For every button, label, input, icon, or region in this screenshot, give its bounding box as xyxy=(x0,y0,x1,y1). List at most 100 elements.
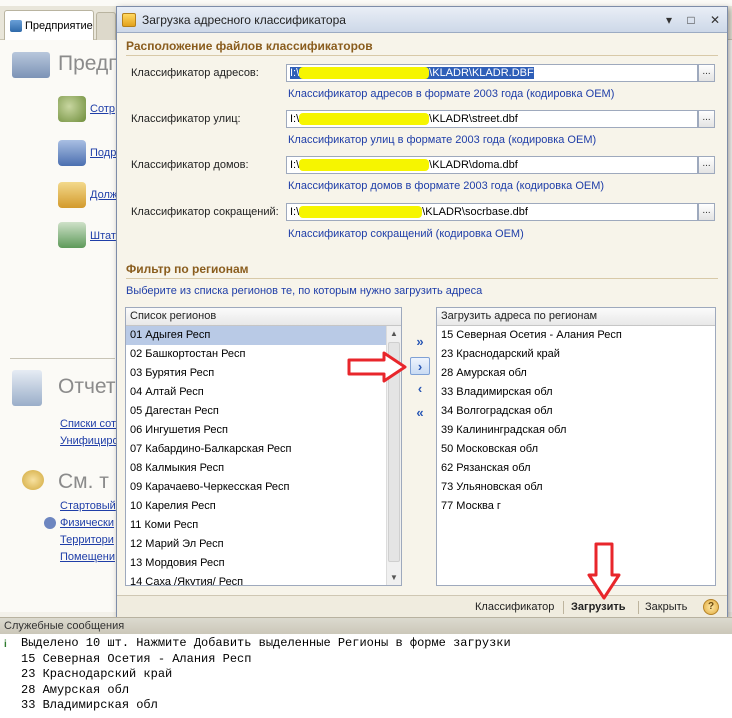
dialog-titlebar[interactable]: Загрузка адресного классификатора ▾ □ ✕ xyxy=(117,7,727,33)
address-browse-button[interactable]: ... xyxy=(698,64,715,82)
address-classifier-input[interactable]: I:\ \KLADR\KLADR.DBF xyxy=(286,64,698,82)
region-list-item[interactable]: 14 Саха /Якутия/ Респ xyxy=(126,573,386,585)
load-regions-list[interactable]: Загрузить адреса по регионам 15 Северная… xyxy=(436,307,716,586)
staffing-icon xyxy=(58,222,86,248)
building-icon xyxy=(12,52,50,78)
message-line: 23 Краснодарский край xyxy=(21,667,173,681)
footer-separator xyxy=(638,601,639,614)
house-classifier-label: Классификатор домов: xyxy=(131,159,249,171)
address-classifier-label: Классификатор адресов: xyxy=(131,67,259,79)
house-classifier-hint: Классификатор домов в формате 2003 года … xyxy=(288,180,605,192)
files-group-divider xyxy=(126,55,718,56)
load-region-list-item[interactable]: 62 Рязанская обл xyxy=(437,459,715,478)
tab-secondary[interactable] xyxy=(96,12,116,40)
link-premises[interactable]: Помещени xyxy=(60,551,115,563)
region-list-item[interactable]: 13 Мордовия Респ xyxy=(126,554,386,573)
load-button[interactable]: Загрузить xyxy=(571,601,626,613)
link-positions[interactable]: Долж xyxy=(90,189,117,201)
employees-icon xyxy=(58,96,86,122)
abbreviation-classifier-input[interactable]: I:\ \KLADR\socrbase.dbf xyxy=(286,203,698,221)
dialog-title: Загрузка адресного классификатора xyxy=(142,12,346,27)
region-list-item[interactable]: 09 Карачаево-Черкесская Респ xyxy=(126,478,386,497)
service-messages-title: Служебные сообщения xyxy=(0,618,732,634)
address-classifier-hint: Классификатор адресов в формате 2003 год… xyxy=(288,88,615,100)
street-browse-button[interactable]: ... xyxy=(698,110,715,128)
remove-all-button[interactable]: « xyxy=(410,404,430,422)
link-unified-forms[interactable]: Унифициро xyxy=(60,435,119,447)
positions-icon xyxy=(58,182,86,208)
link-departments[interactable]: Подр xyxy=(90,147,116,159)
link-territories[interactable]: Территори xyxy=(60,534,114,546)
service-messages-panel: Служебные сообщения i Выделено 10 шт. На… xyxy=(0,617,732,718)
load-region-list-item[interactable]: 77 Москва г xyxy=(437,497,715,516)
tab-enterprise[interactable]: Предприятие xyxy=(4,10,94,40)
street-classifier-hint: Классификатор улиц в формате 2003 года (… xyxy=(288,134,597,146)
person-icon xyxy=(44,517,56,529)
region-list-item[interactable]: 12 Марий Эл Респ xyxy=(126,535,386,554)
load-region-list-item[interactable]: 23 Краснодарский край xyxy=(437,345,715,364)
region-list-item[interactable]: 04 Алтай Респ xyxy=(126,383,386,402)
reports-icon xyxy=(12,370,42,406)
departments-icon xyxy=(58,140,86,166)
red-arrow-down-icon xyxy=(587,542,621,600)
street-classifier-label: Классификатор улиц: xyxy=(131,113,241,125)
load-region-list-item[interactable]: 50 Московская обл xyxy=(437,440,715,459)
dialog-footer: Классификатор Загрузить Закрыть ? xyxy=(117,595,727,618)
abbreviation-classifier-hint: Классификатор сокращений (кодировка OEM) xyxy=(288,228,524,240)
info-icon: i xyxy=(4,639,7,650)
section-title-reports: Отчет xyxy=(58,375,116,398)
load-region-list-item[interactable]: 15 Северная Осетия - Алания Респ xyxy=(437,326,715,345)
load-region-list-item[interactable]: 34 Волгоградская обл xyxy=(437,402,715,421)
section-title-see-also: См. т xyxy=(58,470,109,493)
remove-selected-button[interactable]: ‹ xyxy=(410,380,430,398)
regions-list[interactable]: Список регионов 01 Адыгея Респ 02 Башкорт… xyxy=(125,307,402,586)
load-region-list-item[interactable]: 28 Амурская обл xyxy=(437,364,715,383)
filter-group-divider xyxy=(126,278,718,279)
region-list-item[interactable]: 01 Адыгея Респ xyxy=(126,326,386,345)
section-divider xyxy=(10,358,115,359)
scroll-up-icon[interactable]: ▲ xyxy=(388,327,400,340)
classifier-button[interactable]: Классификатор xyxy=(475,601,554,613)
close-button[interactable]: Закрыть xyxy=(645,601,687,613)
files-group-title: Расположение файлов классификаторов xyxy=(126,39,373,53)
message-line: Выделено 10 шт. Нажмите Добавить выделен… xyxy=(21,636,511,650)
load-regions-list-header: Загрузить адреса по регионам xyxy=(437,308,715,326)
link-individuals[interactable]: Физически xyxy=(60,517,114,529)
tab-enterprise-label: Предприятие xyxy=(25,19,93,32)
link-employee-lists[interactable]: Списки сот xyxy=(60,418,116,430)
region-list-item[interactable]: 11 Коми Респ xyxy=(126,516,386,535)
region-list-item[interactable]: 05 Дагестан Респ xyxy=(126,402,386,421)
regions-list-header: Список регионов xyxy=(126,308,401,326)
filter-description: Выберите из списка регионов те, по котор… xyxy=(126,285,483,297)
help-button[interactable]: ? xyxy=(703,599,719,615)
load-region-list-item[interactable]: 73 Ульяновская обл xyxy=(437,478,715,497)
message-line: 33 Владимирская обл xyxy=(21,698,158,712)
link-employees[interactable]: Сотр xyxy=(90,103,115,115)
scroll-down-icon[interactable]: ▼ xyxy=(388,571,400,584)
footer-separator xyxy=(563,601,564,614)
enterprise-icon xyxy=(10,19,22,32)
load-address-classifier-dialog: Загрузка адресного классификатора ▾ □ ✕ … xyxy=(116,6,728,618)
add-all-button[interactable]: » xyxy=(410,333,430,351)
add-selected-button[interactable]: › xyxy=(410,357,430,375)
abbreviation-classifier-label: Классификатор сокращений: xyxy=(131,206,279,218)
region-list-item[interactable]: 10 Карелия Респ xyxy=(126,497,386,516)
street-classifier-input[interactable]: I:\ \KLADR\street.dbf xyxy=(286,110,698,128)
house-browse-button[interactable]: ... xyxy=(698,156,715,174)
close-icon[interactable]: ✕ xyxy=(707,12,723,28)
menu-arrow-icon[interactable]: ▾ xyxy=(661,12,677,28)
house-classifier-input[interactable]: I:\ \KLADR\doma.dbf xyxy=(286,156,698,174)
region-list-item[interactable]: 06 Ингушетия Респ xyxy=(126,421,386,440)
link-staffing[interactable]: Штат xyxy=(90,230,116,242)
service-messages-lines: Выделено 10 шт. Нажмите Добавить выделен… xyxy=(21,636,511,714)
red-arrow-right-icon xyxy=(347,351,407,383)
region-list-item[interactable]: 07 Кабардино-Балкарская Респ xyxy=(126,440,386,459)
load-region-list-item[interactable]: 33 Владимирская обл xyxy=(437,383,715,402)
message-line: 28 Амурская обл xyxy=(21,682,130,697)
abbreviation-browse-button[interactable]: ... xyxy=(698,203,715,221)
maximize-icon[interactable]: □ xyxy=(683,12,699,28)
load-region-list-item[interactable]: 39 Калининградская обл xyxy=(437,421,715,440)
link-start[interactable]: Стартовый xyxy=(60,500,116,512)
region-list-item[interactable]: 08 Калмыкия Респ xyxy=(126,459,386,478)
see-also-icon xyxy=(22,470,44,490)
